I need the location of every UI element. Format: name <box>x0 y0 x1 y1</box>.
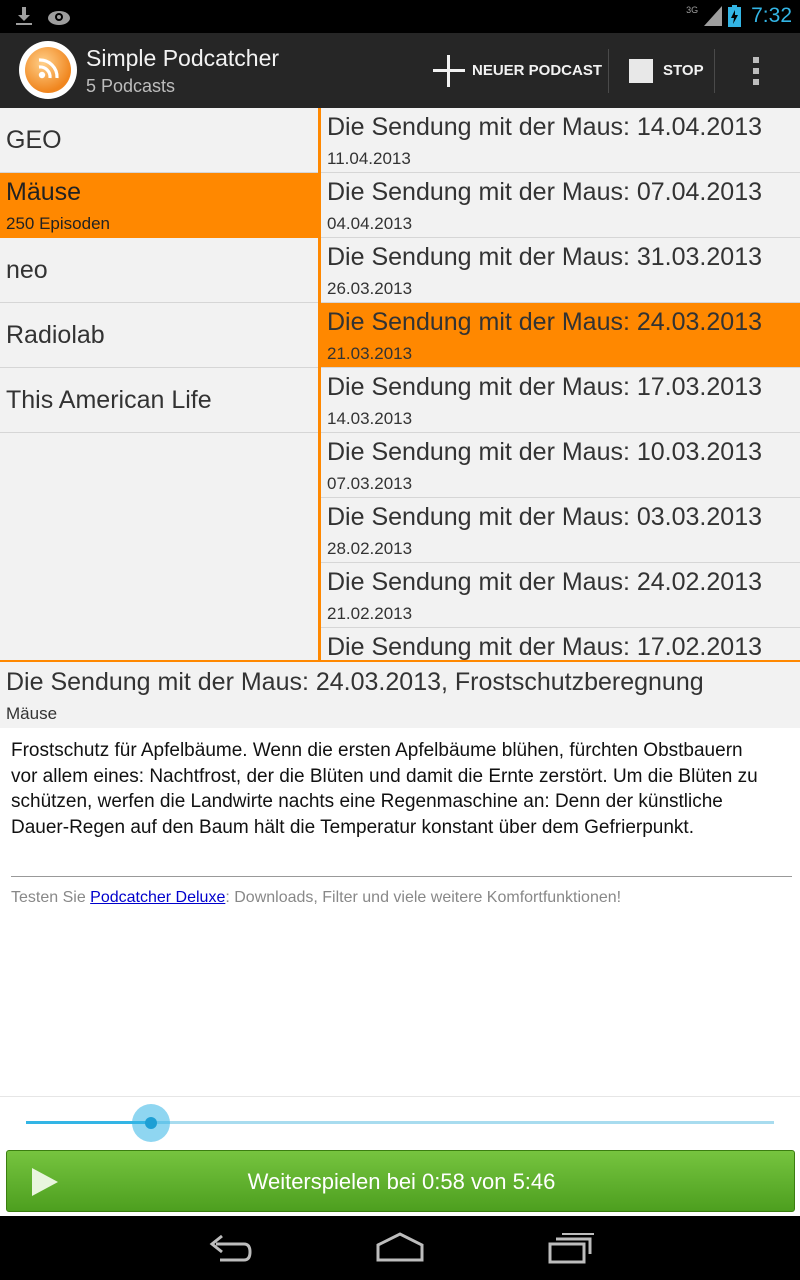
episode-title: Die Sendung mit der Maus: 17.03.2013 <box>327 373 762 401</box>
back-icon[interactable] <box>206 1230 254 1266</box>
podcast-count: 5 Podcasts <box>86 76 176 96</box>
episode-date: 28.02.2013 <box>327 539 413 558</box>
action-bar: Simple Podcatcher 5 Podcasts NEUER PODCA… <box>0 33 800 108</box>
seek-thumb[interactable] <box>131 1104 170 1142</box>
plus-icon <box>433 54 465 87</box>
overflow-menu-icon <box>753 56 759 85</box>
podcast-logo-icon[interactable] <box>19 41 77 99</box>
promo-suffix: : Downloads, Filter und viele weitere Ko… <box>225 889 622 906</box>
episode-item[interactable]: Die Sendung mit der Maus: 14.04.2013 11.… <box>321 108 800 173</box>
episode-title: Die Sendung mit der Maus: 24.03.2013 <box>327 308 762 336</box>
episode-title: Die Sendung mit der Maus: 10.03.2013 <box>327 438 762 466</box>
download-icon <box>16 7 32 25</box>
podcast-list: GEO Mäuse 250 Episoden neo Radiolab This… <box>0 108 318 660</box>
episode-title: Die Sendung mit der Maus: 07.04.2013 <box>327 178 762 206</box>
clock: 7:32 <box>751 4 792 27</box>
episode-date: 26.03.2013 <box>327 279 413 298</box>
podcast-name: Radiolab <box>6 321 105 349</box>
episode-count: 250 Episoden <box>6 214 110 233</box>
episode-item[interactable]: Die Sendung mit der Maus: 17.02.2013 <box>321 628 800 660</box>
resume-label: Weiterspielen bei 0:58 von 5:46 <box>247 1169 556 1194</box>
divider <box>11 876 792 877</box>
episode-title: Die Sendung mit der Maus: 14.04.2013 <box>327 113 762 141</box>
episode-date: 21.02.2013 <box>327 604 413 623</box>
app-title: Simple Podcatcher <box>86 45 280 71</box>
episode-date: 04.04.2013 <box>327 214 413 233</box>
podcast-item-mause[interactable]: Mäuse 250 Episoden <box>0 173 318 238</box>
detail-podcast: Mäuse <box>6 704 58 723</box>
episode-list[interactable]: Die Sendung mit der Maus: 14.04.2013 11.… <box>321 108 800 660</box>
podcast-name: neo <box>6 256 48 284</box>
divider <box>714 49 715 93</box>
network-type: 3G <box>686 5 699 15</box>
episode-date: 21.03.2013 <box>327 344 413 363</box>
episode-date: 14.03.2013 <box>327 409 413 428</box>
divider <box>0 1096 800 1097</box>
episode-item[interactable]: Die Sendung mit der Maus: 03.03.2013 28.… <box>321 498 800 563</box>
promo-prefix: Testen Sie <box>11 889 91 906</box>
resume-play-button[interactable]: Weiterspielen bei 0:58 von 5:46 <box>6 1150 795 1212</box>
episode-description: Frostschutz für Apfelbäume. Wenn die ers… <box>11 740 758 838</box>
episode-title: Die Sendung mit der Maus: 31.03.2013 <box>327 243 762 271</box>
episode-item[interactable]: Die Sendung mit der Maus: 31.03.2013 26.… <box>321 238 800 303</box>
episode-item-selected[interactable]: Die Sendung mit der Maus: 24.03.2013 21.… <box>321 303 800 368</box>
episode-title: Die Sendung mit der Maus: 17.02.2013 <box>327 633 762 660</box>
recents-icon[interactable] <box>548 1230 596 1266</box>
episode-date: 11.04.2013 <box>327 149 411 168</box>
episode-title: Die Sendung mit der Maus: 24.02.2013 <box>327 568 762 596</box>
stop-icon <box>629 58 653 83</box>
detail-title: Die Sendung mit der Maus: 24.03.2013, Fr… <box>6 668 704 696</box>
divider <box>608 49 609 93</box>
status-bar: 3G 7:32 <box>0 0 800 33</box>
podcast-item-neo[interactable]: neo <box>0 238 318 303</box>
promo-link[interactable]: Podcatcher Deluxe <box>90 889 225 906</box>
home-icon[interactable] <box>375 1230 425 1266</box>
sync-icon <box>48 11 70 25</box>
episode-item[interactable]: Die Sendung mit der Maus: 07.04.2013 04.… <box>321 173 800 238</box>
stop-button[interactable]: STOP <box>629 33 704 108</box>
podcast-item-geo[interactable]: GEO <box>0 108 318 173</box>
new-podcast-label: NEUER PODCAST <box>472 62 603 79</box>
episode-item[interactable]: Die Sendung mit der Maus: 17.03.2013 14.… <box>321 368 800 433</box>
promo-text: Testen Sie Podcatcher Deluxe: Downloads,… <box>11 889 621 907</box>
overflow-menu-button[interactable] <box>744 33 768 108</box>
signal-icon <box>704 6 723 26</box>
podcast-item-radiolab[interactable]: Radiolab <box>0 303 318 368</box>
podcast-item-this-american-life[interactable]: This American Life <box>0 368 318 433</box>
podcast-name: Mäuse <box>6 178 82 206</box>
episode-date: 07.03.2013 <box>327 474 413 493</box>
stop-label: STOP <box>663 62 704 79</box>
podcast-name: GEO <box>6 126 62 154</box>
new-podcast-button[interactable]: NEUER PODCAST <box>432 33 602 108</box>
episode-item[interactable]: Die Sendung mit der Maus: 10.03.2013 07.… <box>321 433 800 498</box>
navigation-bar <box>0 1216 800 1280</box>
podcast-name: This American Life <box>6 386 212 414</box>
episode-title: Die Sendung mit der Maus: 03.03.2013 <box>327 503 762 531</box>
episode-item[interactable]: Die Sendung mit der Maus: 24.02.2013 21.… <box>321 563 800 628</box>
battery-icon <box>728 5 742 27</box>
episode-detail-header: Die Sendung mit der Maus: 24.03.2013, Fr… <box>0 662 800 728</box>
